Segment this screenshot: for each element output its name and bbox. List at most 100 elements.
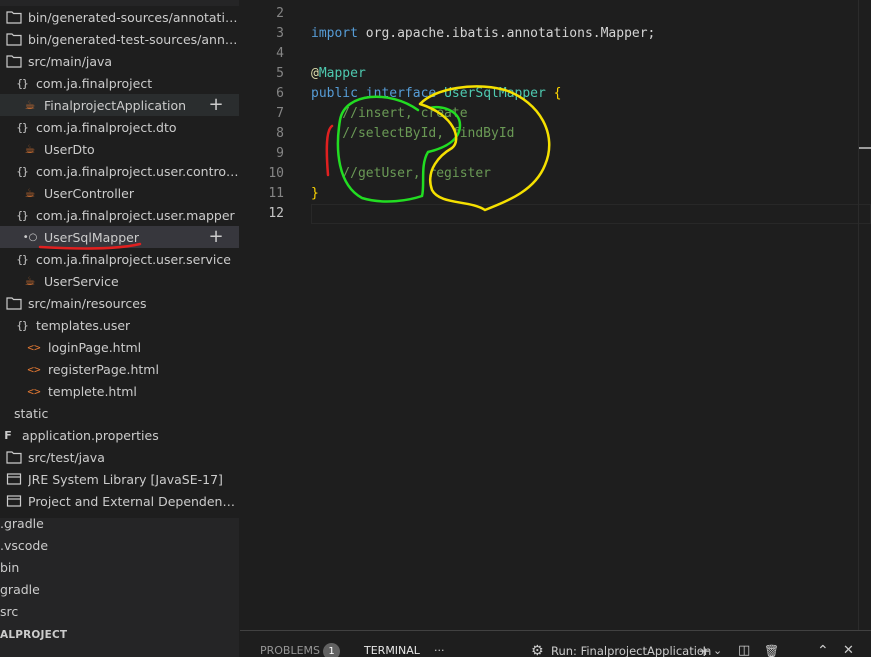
tree-item[interactable]: ☕ FinalprojectApplication + bbox=[0, 94, 239, 116]
tab-problems[interactable]: PROBLEMS bbox=[260, 631, 320, 657]
tree-item[interactable]: ☕ UserService bbox=[0, 270, 239, 292]
maximize-panel-icon[interactable]: ⌃ bbox=[817, 642, 829, 657]
code-line[interactable]: public interface UserSqlMapper { bbox=[311, 84, 561, 104]
terminal-dropdown-icon[interactable]: ⌄ bbox=[713, 642, 722, 657]
java-class-icon: ☕ bbox=[24, 274, 36, 288]
java-class-icon: ☕ bbox=[24, 142, 36, 156]
tree-item[interactable]: Fapplication.properties bbox=[0, 424, 239, 446]
code-token: public bbox=[311, 86, 358, 101]
minimap-edge bbox=[858, 0, 859, 630]
line-number: 6 bbox=[276, 86, 284, 101]
tree-item[interactable]: bin/generated-test-sources/anno... bbox=[0, 28, 239, 50]
tree-item-label: com.ja.finalproject.user.service bbox=[36, 251, 231, 267]
folder-icon bbox=[6, 449, 22, 465]
line-number: 3 bbox=[276, 26, 284, 41]
trash-icon[interactable]: 🗑 bbox=[764, 642, 779, 657]
code-token: @ bbox=[311, 66, 319, 81]
tree-item-label: templete.html bbox=[48, 383, 137, 399]
tree-item-label: application.properties bbox=[22, 427, 159, 443]
run-config-label[interactable]: Run: FinalprojectApplication bbox=[551, 642, 711, 657]
tree-item[interactable]: src/main/resources bbox=[0, 292, 239, 314]
tree-item-label: com.ja.finalproject.user.mapper bbox=[36, 207, 235, 223]
tree-item[interactable]: {} templates.user bbox=[0, 314, 239, 336]
code-token: Mapper bbox=[318, 66, 366, 81]
tree-item[interactable]: static bbox=[0, 402, 239, 424]
code-token: import bbox=[311, 26, 358, 41]
code-line[interactable]: //selectById, findById bbox=[311, 124, 514, 144]
package-icon: {} bbox=[16, 208, 28, 222]
more-actions-icon[interactable]: ··· bbox=[434, 642, 445, 657]
tree-item[interactable]: .gradle bbox=[0, 512, 239, 534]
code-line[interactable]: } bbox=[311, 184, 319, 204]
new-terminal-icon[interactable]: + bbox=[698, 642, 711, 657]
folder-icon bbox=[6, 31, 22, 47]
package-icon: {} bbox=[16, 76, 28, 90]
tree-item-label: com.ja.finalproject.dto bbox=[36, 119, 177, 135]
tree-item[interactable]: <> templete.html bbox=[0, 380, 239, 402]
add-icon[interactable]: + bbox=[207, 96, 225, 114]
code-token: org.apache.ibatis.annotations.Mapper; bbox=[357, 26, 656, 41]
tree-item[interactable]: bin/generated-sources/annotations bbox=[0, 6, 239, 28]
tree-item-label: com.ja.finalproject.user.controller bbox=[36, 163, 239, 179]
html-file-icon: <> bbox=[27, 340, 41, 354]
tree-item-label: src bbox=[0, 603, 19, 619]
tree-item[interactable]: {} com.ja.finalproject.user.controller bbox=[0, 160, 239, 182]
tree-item[interactable]: {} com.ja.finalproject.user.mapper bbox=[0, 204, 239, 226]
code-token: { bbox=[553, 86, 562, 101]
interface-icon: •○ bbox=[22, 231, 38, 243]
code-token: interface bbox=[365, 86, 437, 101]
tree-item-label: FinalprojectApplication bbox=[44, 97, 187, 113]
tree-item[interactable]: •○ UserSqlMapper + bbox=[0, 226, 239, 248]
tree-item[interactable]: src/main/java bbox=[0, 50, 239, 72]
tree-item-label: UserSqlMapper bbox=[44, 229, 139, 245]
java-class-icon: ☕ bbox=[24, 98, 36, 112]
tree-item[interactable]: ☕ UserDto bbox=[0, 138, 239, 160]
tree-item[interactable]: <> registerPage.html bbox=[0, 358, 239, 380]
tree-item[interactable]: Project and External Dependencies bbox=[0, 490, 239, 512]
tree-item-label: src/main/resources bbox=[28, 295, 147, 311]
line-number: 12 bbox=[268, 206, 284, 221]
code-token: //insert, create bbox=[311, 106, 468, 121]
current-line-highlight bbox=[311, 204, 871, 224]
folder-icon bbox=[6, 53, 22, 69]
tree-item-label: .gradle bbox=[0, 515, 44, 531]
code-line[interactable]: @Mapper bbox=[311, 64, 366, 84]
line-number: 11 bbox=[268, 186, 284, 201]
line-number: 10 bbox=[268, 166, 284, 181]
tree-item-label: gradle bbox=[0, 581, 40, 597]
tree-item[interactable]: {} com.ja.finalproject.dto bbox=[0, 116, 239, 138]
tab-terminal[interactable]: TERMINAL bbox=[364, 631, 420, 657]
problems-count-badge: 1 bbox=[323, 643, 340, 657]
library-icon bbox=[6, 493, 22, 509]
tree-item[interactable]: <> loginPage.html bbox=[0, 336, 239, 358]
code-line[interactable]: //insert, create bbox=[311, 104, 468, 124]
explorer-sidebar: bin/generated-sources/annotations bin/gen… bbox=[0, 0, 239, 657]
tree-item[interactable]: src/test/java bbox=[0, 446, 239, 468]
package-icon: {} bbox=[16, 120, 28, 134]
close-panel-icon[interactable]: ✕ bbox=[843, 642, 854, 657]
split-terminal-icon[interactable]: ◫ bbox=[738, 642, 750, 657]
tree-item[interactable]: {} com.ja.finalproject bbox=[0, 72, 239, 94]
tree-item[interactable]: src bbox=[0, 600, 239, 622]
scrollbar-marker[interactable] bbox=[859, 147, 871, 149]
code-token: UserSqlMapper bbox=[444, 86, 546, 101]
code-editor[interactable]: 2 3 4 5 6 7 8 9 10 11 12 import org.apache.ibatis.… bbox=[240, 0, 871, 630]
package-icon: {} bbox=[16, 318, 28, 332]
tree-item[interactable]: JRE System Library [JavaSE-17] bbox=[0, 468, 239, 490]
explorer-section-title[interactable]: ALPROJECT bbox=[0, 629, 239, 647]
code-line[interactable]: import org.apache.ibatis.annotations.Map… bbox=[311, 24, 655, 44]
tree-item-label: static bbox=[14, 405, 49, 421]
tree-item[interactable]: {} com.ja.finalproject.user.service bbox=[0, 248, 239, 270]
tree-item-label: loginPage.html bbox=[48, 339, 142, 355]
debug-run-icon: ⚙ bbox=[531, 643, 544, 657]
tree-item[interactable]: bin bbox=[0, 556, 239, 578]
tree-item-label: bin/generated-test-sources/anno... bbox=[28, 31, 239, 47]
code-line[interactable]: //getUser, register bbox=[311, 164, 491, 184]
tree-item[interactable]: .vscode bbox=[0, 534, 239, 556]
code-token: //getUser, register bbox=[311, 166, 492, 181]
tree-item[interactable]: ☕ UserController bbox=[0, 182, 239, 204]
add-icon[interactable]: + bbox=[207, 228, 225, 246]
tree-item-label: templates.user bbox=[36, 317, 131, 333]
line-number: 9 bbox=[276, 146, 284, 161]
tree-item[interactable]: gradle bbox=[0, 578, 239, 600]
